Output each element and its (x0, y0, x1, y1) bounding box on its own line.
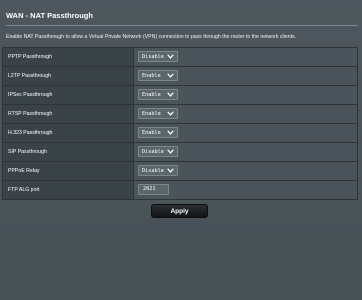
setting-label: IPSec Passthrough (2, 85, 134, 105)
select-value: Enable (142, 129, 161, 136)
title-divider (6, 25, 358, 26)
apply-button[interactable]: Apply (151, 204, 208, 218)
setting-row-ftp-alg: FTP ALG port 2021 (2, 180, 358, 200)
setting-label: L2TP Passthrough (2, 66, 134, 86)
setting-row-h323: H.323 Passthrough Enable (2, 123, 358, 143)
nat-passthrough-page: WAN - NAT Passthrough Enable NAT Passthr… (0, 0, 362, 300)
select-value: Enable (142, 91, 161, 98)
chevron-down-icon (167, 149, 174, 155)
ipsec-passthrough-select[interactable]: Enable (138, 89, 178, 101)
ftp-alg-port-input[interactable]: 2021 (138, 184, 169, 196)
rtsp-passthrough-select[interactable]: Enable (138, 108, 178, 120)
setting-label: PPTP Passthrough (2, 47, 134, 67)
page-title: WAN - NAT Passthrough (6, 11, 93, 20)
chevron-down-icon (167, 73, 174, 79)
setting-label: FTP ALG port (2, 180, 134, 200)
sip-passthrough-select[interactable]: Disable (138, 146, 178, 158)
settings-table: PPTP Passthrough Disable L2TP Passthroug… (2, 47, 358, 200)
select-value: Enable (142, 72, 161, 79)
chevron-down-icon (167, 92, 174, 98)
setting-row-pppoe: PPPoE Relay Disable (2, 161, 358, 181)
setting-label: RTSP Passthrough (2, 104, 134, 124)
l2tp-passthrough-select[interactable]: Enable (138, 70, 178, 82)
setting-row-ipsec: IPSec Passthrough Enable (2, 85, 358, 105)
page-description: Enable NAT Passthrough to allow a Virtua… (6, 34, 297, 40)
chevron-down-icon (167, 130, 174, 136)
setting-row-sip: SIP Passthrough Disable (2, 142, 358, 162)
chevron-down-icon (167, 54, 174, 60)
setting-row-pptp: PPTP Passthrough Disable (2, 47, 358, 67)
h323-passthrough-select[interactable]: Enable (138, 127, 178, 139)
chevron-down-icon (167, 168, 174, 174)
setting-row-l2tp: L2TP Passthrough Enable (2, 66, 358, 86)
chevron-down-icon (167, 111, 174, 117)
select-value: Disable (142, 53, 164, 60)
pppoe-relay-select[interactable]: Disable (138, 165, 178, 177)
select-value: Disable (142, 148, 164, 155)
setting-label: PPPoE Relay (2, 161, 134, 181)
setting-row-rtsp: RTSP Passthrough Enable (2, 104, 358, 124)
setting-label: SIP Passthrough (2, 142, 134, 162)
pptp-passthrough-select[interactable]: Disable (138, 51, 178, 63)
select-value: Disable (142, 167, 164, 174)
setting-label: H.323 Passthrough (2, 123, 134, 143)
select-value: Enable (142, 110, 161, 117)
